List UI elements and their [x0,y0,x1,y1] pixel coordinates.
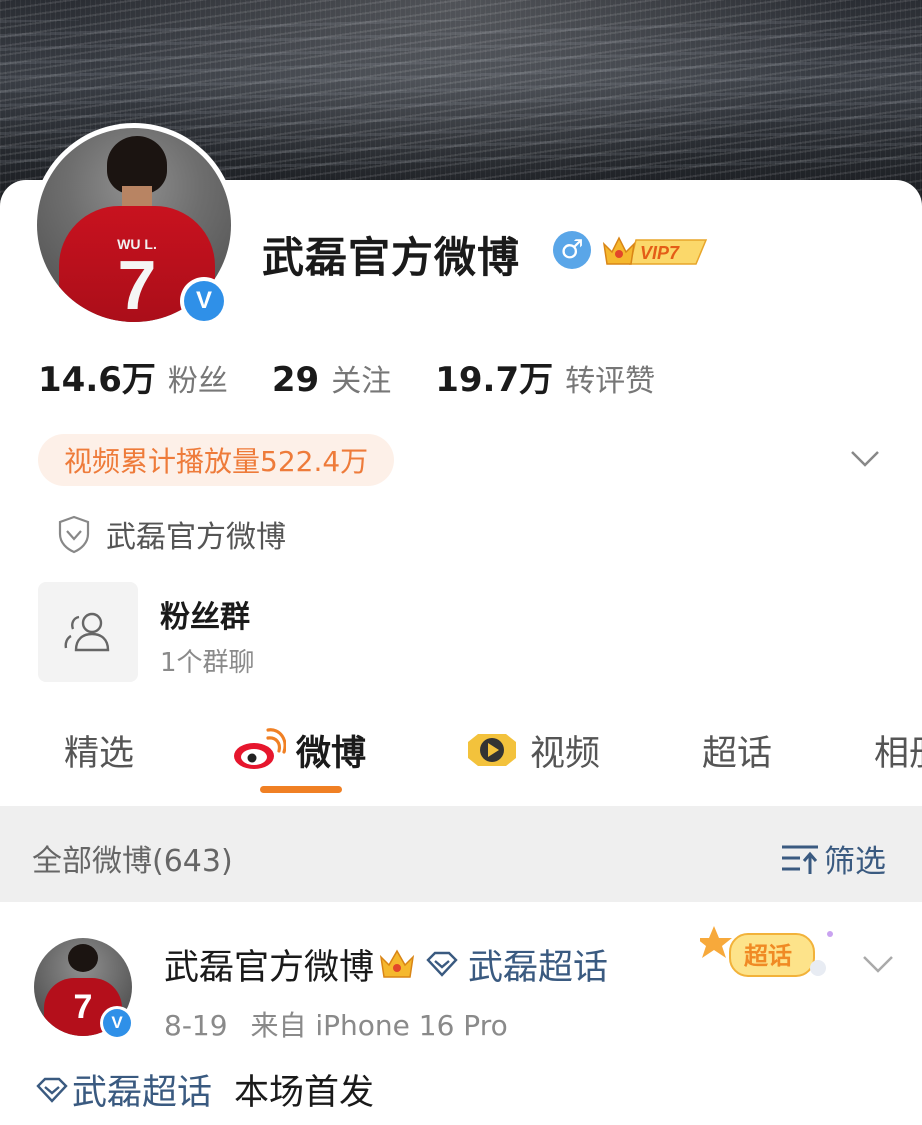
post-verified-icon: V [100,1006,134,1040]
profile-tabs: 精选 微博 视频 超话 相册 [0,720,922,804]
filter-button[interactable]: 筛选 [780,836,886,881]
super-topic-badge-icon[interactable]: 超话 [700,920,840,988]
tab-super-topic[interactable]: 超话 [702,720,772,780]
reposts-comments-likes-label[interactable]: 转评赞 [565,356,655,400]
post-meta: 8-19 来自 iPhone 16 Pro [164,1004,508,1044]
following-label[interactable]: 关注 [331,356,391,400]
super-topic-diamond-icon [36,1077,68,1103]
post-header: 武磊官方微博 武磊超话 [164,940,608,988]
all-posts-count[interactable]: 全部微博(643) [32,836,233,880]
following-count[interactable]: 29 [272,360,319,400]
super-topic-badge-label: 超话 [744,942,792,970]
verification-info[interactable]: 武磊官方微博 [56,512,286,556]
tab-weibo[interactable]: 微博 [232,720,366,780]
followers-count[interactable]: 14.6万 [38,352,156,401]
post-more-chevron-icon[interactable] [860,948,896,980]
filter-label: 筛选 [824,844,886,880]
vip-crown-badge-icon[interactable]: VIP7 [600,232,710,270]
chevron-down-icon[interactable] [848,444,882,474]
followers-label[interactable]: 粉丝 [168,356,228,400]
male-gender-icon: ♂ [553,231,591,269]
verified-mark: V [184,281,224,321]
tab-video-label: 视频 [530,733,601,774]
fan-group-title[interactable]: 粉丝群 [160,592,250,636]
fan-group-icon-box[interactable] [38,582,138,682]
profile-name: 武磊官方微博 [262,233,521,282]
verified-badge-icon: V [180,277,228,325]
tab-video[interactable]: 视频 [464,720,600,780]
vip-label: VIP7 [640,243,680,263]
group-people-icon [64,612,110,652]
post-author-name[interactable]: 武磊官方微博 [164,939,374,990]
weibo-logo-icon [234,728,286,769]
tab-weibo-label: 微博 [296,733,367,774]
post-verified-mark: V [103,1009,131,1037]
post-body-topic-link[interactable]: 武磊超话 [72,1064,212,1115]
tab-featured-label: 精选 [64,733,135,774]
post-source: 来自 iPhone 16 Pro [250,1009,508,1042]
post-date: 8-19 [164,1009,228,1042]
video-play-icon [468,734,516,766]
shield-icon [58,515,90,554]
tab-super-topic-label: 超话 [702,733,773,774]
post-body-text: 本场首发 [234,1073,375,1113]
verification-text: 武磊官方微博 [106,520,286,555]
tab-featured[interactable]: 精选 [64,720,134,780]
tab-album-label: 相册 [874,733,922,774]
fan-group-subtitle: 1个群聊 [160,648,255,678]
post-avatar-hair [68,944,98,972]
super-topic-diamond-icon [426,951,458,977]
filter-sort-icon [782,845,818,874]
post-filter-bar: 全部微博(643) 筛选 [0,806,922,902]
profile-stats: 14.6万 粉丝 29 关注 19.7万 转评赞 [38,352,699,402]
post-super-topic-link[interactable]: 武磊超话 [468,939,608,990]
vip-crown-icon[interactable] [378,947,416,981]
tab-album[interactable]: 相册 [874,720,922,780]
video-play-count-pill[interactable]: 视频累计播放量522.4万 [38,434,395,486]
reposts-comments-likes-count[interactable]: 19.7万 [435,352,553,401]
post-body[interactable]: 武磊超话 本场首发 [34,1064,374,1115]
active-tab-indicator [260,786,342,793]
